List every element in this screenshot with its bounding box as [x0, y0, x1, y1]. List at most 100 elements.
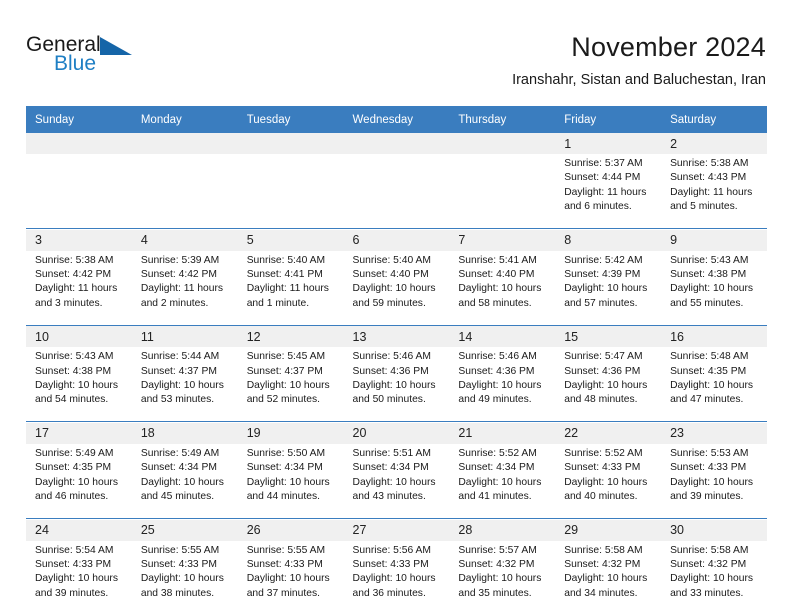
day-info-19: Sunrise: 5:50 AM Sunset: 4:34 PM Daylight:… — [237, 443, 344, 505]
day-number-29[interactable]: 29 — [555, 519, 662, 541]
day-info-line: Sunset: 4:37 PM — [140, 365, 217, 377]
day-number-10[interactable]: 10 — [26, 326, 132, 348]
day-info-line: and 52 minutes. — [246, 394, 320, 406]
day-info-line: Daylight: 10 hours — [352, 380, 436, 392]
day-info-line: Daylight: 10 hours — [352, 283, 436, 295]
day-info-empty — [343, 154, 450, 215]
day-info-27: Sunrise: 5:56 AM Sunset: 4:33 PM Daylight:… — [343, 540, 450, 602]
day-info-row: Sunrise: 5:49 AM Sunset: 4:35 PM Daylight:… — [26, 443, 767, 505]
day-info-line: and 5 minutes. — [670, 201, 738, 213]
day-info-15: Sunrise: 5:47 AM Sunset: 4:36 PM Daylight:… — [555, 347, 662, 408]
day-info-line: and 49 minutes. — [458, 394, 532, 406]
day-info-line: Daylight: 11 hours — [35, 283, 118, 295]
day-info-10: Sunrise: 5:43 AM Sunset: 4:38 PM Daylight:… — [26, 347, 132, 408]
day-number-1[interactable]: 1 — [555, 133, 662, 154]
day-number-30[interactable]: 30 — [661, 519, 767, 541]
day-number-24[interactable]: 24 — [26, 519, 132, 541]
day-number-20[interactable]: 20 — [343, 422, 450, 444]
day-info-line: Sunset: 4:41 PM — [246, 269, 323, 281]
brand-logo[interactable]: General Blue — [26, 34, 176, 82]
day-number-27[interactable]: 27 — [343, 519, 450, 541]
day-info-line: and 6 minutes. — [564, 201, 632, 213]
day-info-line: Sunset: 4:33 PM — [670, 462, 747, 474]
day-info-line: and 2 minutes. — [140, 297, 209, 309]
day-info-line: Sunset: 4:36 PM — [564, 365, 641, 377]
day-number-empty — [449, 133, 556, 154]
day-info-line: Sunset: 4:43 PM — [670, 172, 747, 184]
day-number-row: 12 — [26, 133, 767, 154]
day-info-line: Daylight: 10 hours — [670, 380, 754, 392]
day-number-empty — [237, 133, 344, 154]
day-number-7[interactable]: 7 — [449, 229, 556, 251]
day-number-4[interactable]: 4 — [131, 229, 238, 251]
day-info-line: Sunrise: 5:52 AM — [564, 447, 643, 459]
day-info-25: Sunrise: 5:55 AM Sunset: 4:33 PM Daylight:… — [131, 540, 238, 602]
day-number-21[interactable]: 21 — [449, 422, 556, 444]
day-number-5[interactable]: 5 — [237, 229, 344, 251]
week-spacer — [26, 504, 767, 518]
day-number-17[interactable]: 17 — [26, 422, 132, 444]
day-info-line: and 48 minutes. — [564, 394, 638, 406]
day-number-empty — [26, 133, 132, 154]
day-number-8[interactable]: 8 — [555, 229, 662, 251]
day-number-3[interactable]: 3 — [26, 229, 132, 251]
day-info-empty — [449, 154, 556, 215]
week-spacer — [26, 311, 767, 325]
day-info-line: Daylight: 10 hours — [458, 283, 542, 295]
day-info-6: Sunrise: 5:40 AM Sunset: 4:40 PM Daylight:… — [343, 250, 450, 312]
day-number-22[interactable]: 22 — [555, 422, 662, 444]
day-info-line: Sunset: 4:33 PM — [140, 558, 217, 570]
day-info-line: and 36 minutes. — [352, 587, 426, 599]
day-number-26[interactable]: 26 — [237, 519, 344, 541]
day-info-line: Daylight: 10 hours — [458, 380, 542, 392]
day-number-16[interactable]: 16 — [661, 326, 767, 348]
day-number-empty — [343, 133, 450, 154]
day-info-empty — [237, 154, 344, 215]
day-number-25[interactable]: 25 — [131, 519, 238, 541]
day-info-line: and 47 minutes. — [670, 394, 744, 406]
day-info-line: Sunrise: 5:46 AM — [352, 351, 431, 363]
day-info-line: Sunset: 4:40 PM — [352, 269, 429, 281]
day-number-2[interactable]: 2 — [661, 133, 767, 154]
day-number-9[interactable]: 9 — [661, 229, 767, 251]
day-number-23[interactable]: 23 — [661, 422, 767, 444]
day-info-1: Sunrise: 5:37 AM Sunset: 4:44 PM Daylight:… — [555, 154, 662, 215]
day-number-6[interactable]: 6 — [343, 229, 450, 251]
day-number-19[interactable]: 19 — [237, 422, 344, 444]
day-info-30: Sunrise: 5:58 AM Sunset: 4:32 PM Daylight:… — [661, 540, 767, 602]
weekday-header-sunday: Sunday — [26, 106, 132, 133]
day-info-line: Sunrise: 5:56 AM — [352, 544, 431, 556]
day-info-line: Daylight: 10 hours — [564, 283, 648, 295]
day-info-28: Sunrise: 5:57 AM Sunset: 4:32 PM Daylight:… — [449, 540, 556, 602]
day-info-23: Sunrise: 5:53 AM Sunset: 4:33 PM Daylight:… — [661, 443, 767, 505]
day-number-row: 3456789 — [26, 229, 767, 251]
week-spacer-cell — [26, 311, 767, 325]
day-info-8: Sunrise: 5:42 AM Sunset: 4:39 PM Daylight:… — [555, 250, 662, 312]
page-subtitle: Iranshahr, Sistan and Baluchestan, Iran — [512, 72, 766, 88]
day-info-row: Sunrise: 5:43 AM Sunset: 4:38 PM Daylight:… — [26, 347, 767, 408]
day-number-18[interactable]: 18 — [131, 422, 238, 444]
week-spacer-cell — [26, 601, 767, 614]
day-info-line: Sunset: 4:33 PM — [246, 558, 323, 570]
day-info-3: Sunrise: 5:38 AM Sunset: 4:42 PM Daylight:… — [26, 250, 132, 312]
day-info-line: Sunset: 4:44 PM — [564, 172, 641, 184]
day-number-28[interactable]: 28 — [449, 519, 556, 541]
day-info-line: Sunrise: 5:51 AM — [352, 447, 431, 459]
day-number-11[interactable]: 11 — [131, 326, 238, 348]
day-number-12[interactable]: 12 — [237, 326, 344, 348]
day-info-line: Daylight: 10 hours — [458, 476, 542, 488]
day-info-line: Sunrise: 5:53 AM — [670, 447, 749, 459]
day-info-line: Sunrise: 5:40 AM — [352, 254, 431, 266]
day-info-line: and 57 minutes. — [564, 297, 638, 309]
day-info-line: Sunset: 4:38 PM — [670, 269, 747, 281]
day-number-15[interactable]: 15 — [555, 326, 662, 348]
day-number-14[interactable]: 14 — [449, 326, 556, 348]
day-number-13[interactable]: 13 — [343, 326, 450, 348]
day-info-line: Daylight: 11 hours — [564, 186, 647, 198]
page-title: November 2024 — [571, 32, 766, 62]
week-spacer-cell — [26, 214, 767, 228]
day-info-line: Sunrise: 5:38 AM — [35, 254, 114, 266]
day-info-7: Sunrise: 5:41 AM Sunset: 4:40 PM Daylight:… — [449, 250, 556, 312]
day-info-line: and 33 minutes. — [670, 587, 744, 599]
day-info-row: Sunrise: 5:38 AM Sunset: 4:42 PM Daylight:… — [26, 250, 767, 312]
